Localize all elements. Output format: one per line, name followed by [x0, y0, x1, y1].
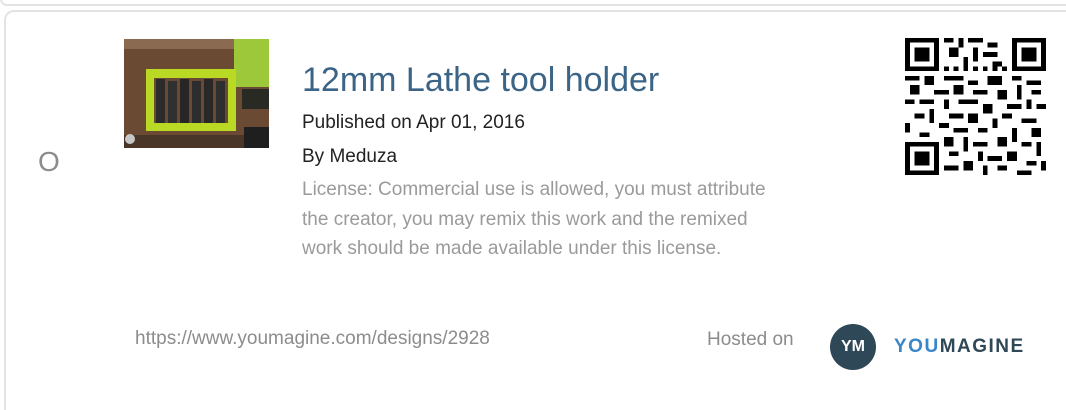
qr-code-icon [905, 38, 1046, 175]
brand-you: YOU [894, 336, 940, 357]
design-thumbnail[interactable] [124, 39, 269, 148]
previous-card-edge [0, 0, 1066, 6]
index-letter: O [38, 146, 60, 177]
hosted-on-label: Hosted on [707, 329, 794, 350]
author-name: By Meduza [302, 146, 398, 167]
logo-badge-text: YM [841, 338, 865, 355]
brand-magine: MAGINE [939, 336, 1025, 357]
youmagine-wordmark[interactable]: YOUMAGINE [894, 335, 1025, 359]
published-date: Published on Apr 01, 2016 [302, 112, 525, 133]
license-text: License: Commercial use is allowed, you … [302, 179, 766, 259]
youmagine-logo-icon[interactable]: YM [830, 324, 876, 370]
design-url-link[interactable]: https://www.youmagine.com/designs/2928 [135, 327, 490, 351]
design-title[interactable]: 12mm Lathe tool holder [302, 60, 659, 100]
tool-holder-photo-icon [124, 39, 269, 148]
qr-code-graphic [905, 38, 1046, 175]
